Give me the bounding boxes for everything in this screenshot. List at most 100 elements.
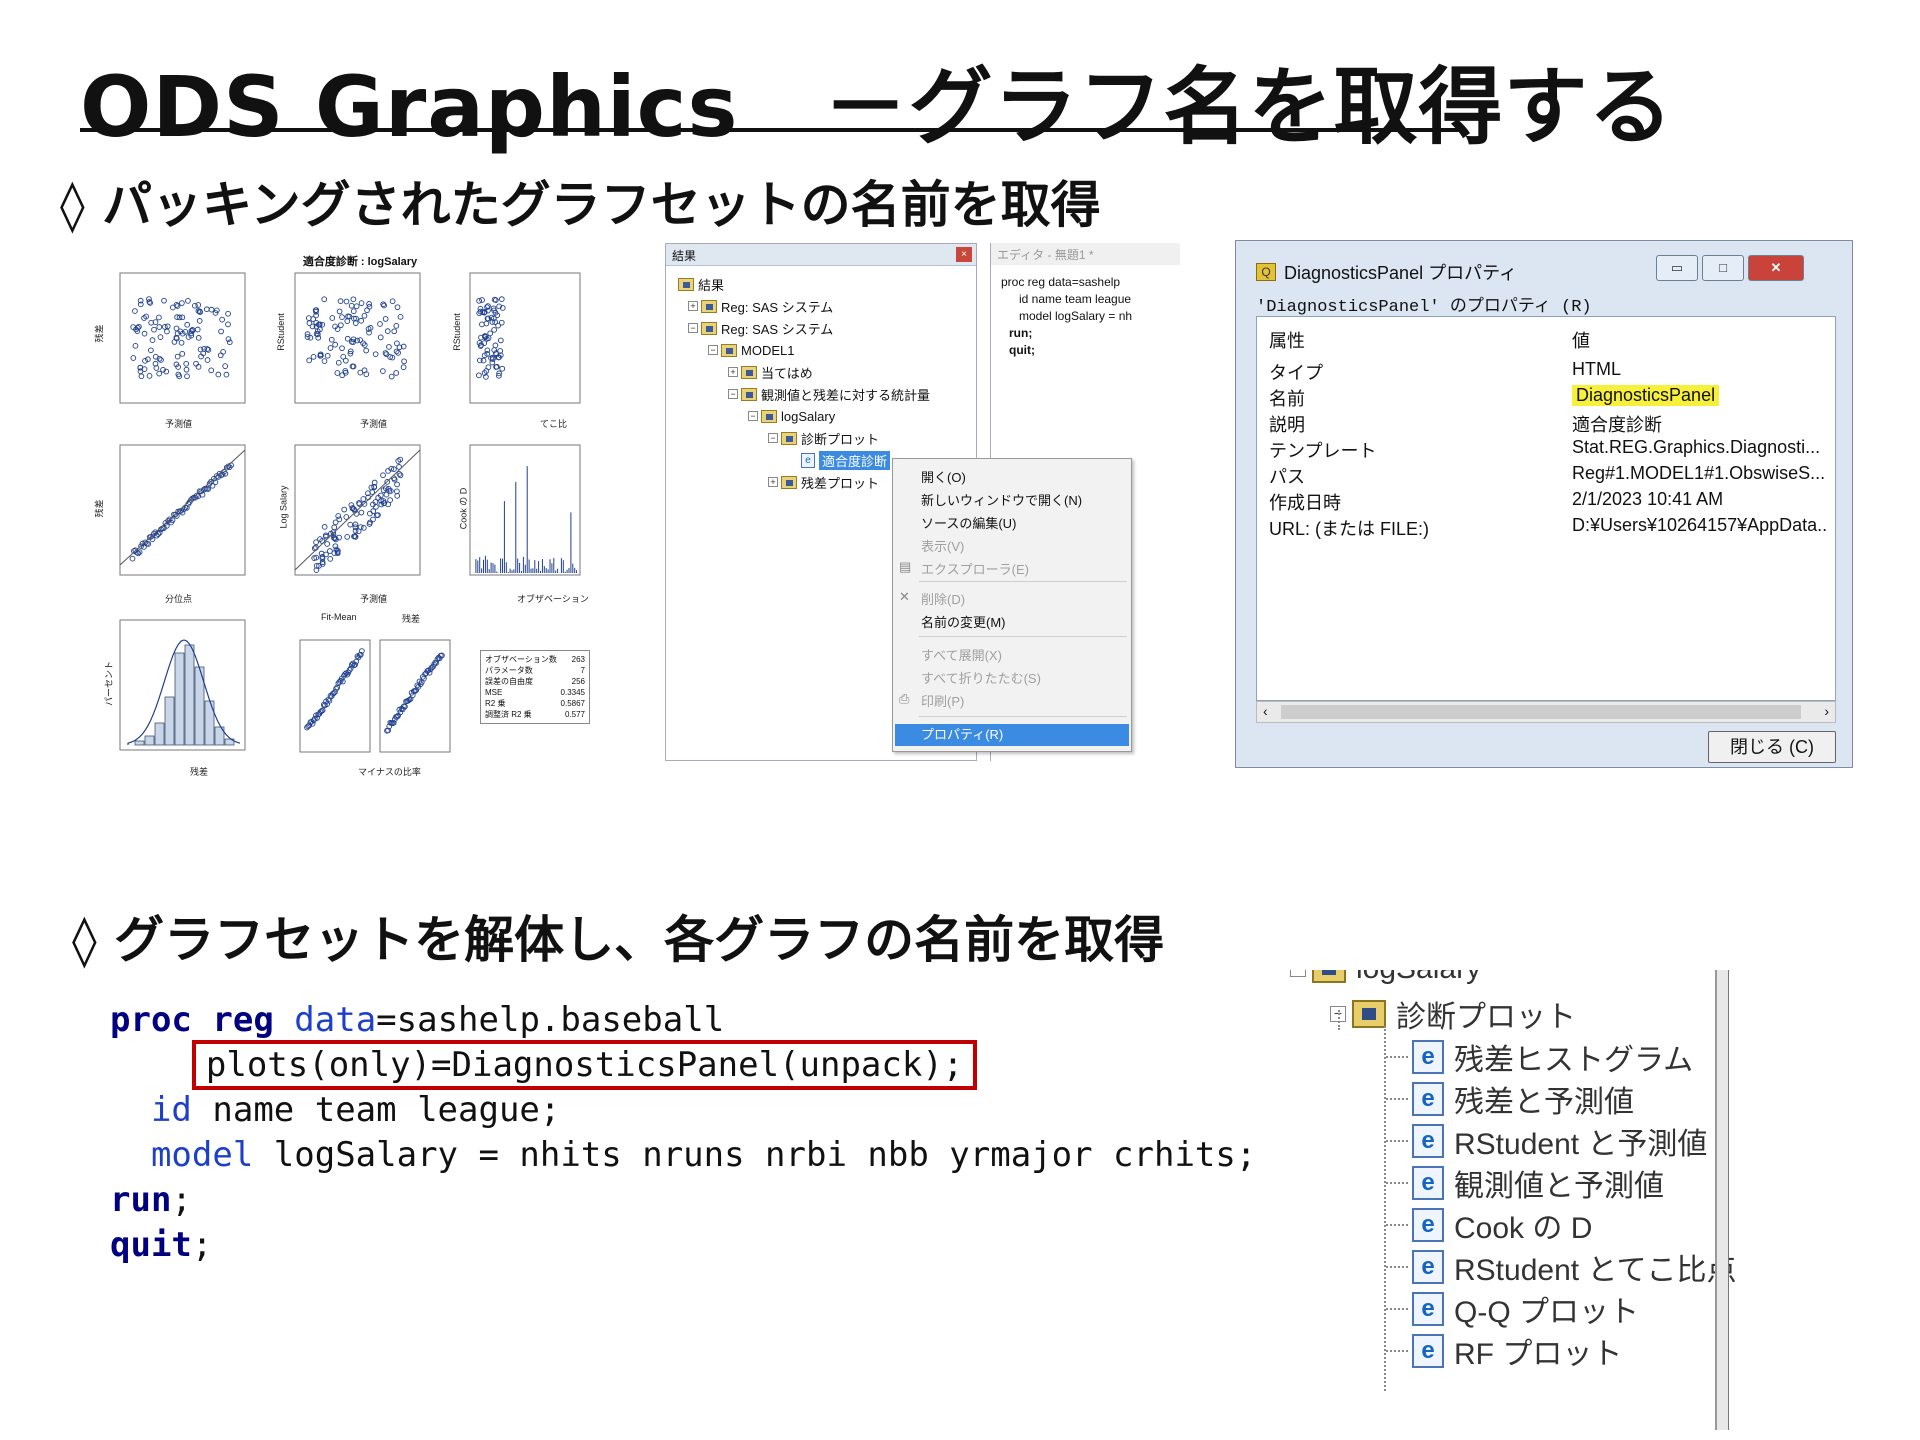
collapse-icon[interactable]: − — [748, 411, 758, 421]
tree-root[interactable]: 結果 — [678, 274, 724, 294]
editor-title: エディタ - 無題1 * — [991, 243, 1180, 265]
tree2-graph-item[interactable]: e RStudent と予測値 — [1386, 1119, 1707, 1163]
tree2-diag-plots-label: 診断プロット — [1396, 1001, 1576, 1034]
maximize-button[interactable]: □ — [1702, 255, 1744, 281]
folder-icon — [741, 387, 757, 401]
tree2-logsalary-label: logSalary — [1356, 970, 1481, 986]
tree2-graph-item[interactable]: e 残差ヒストグラム — [1386, 1035, 1693, 1079]
close-icon[interactable]: ✕ — [1748, 255, 1804, 281]
editor-line-4[interactable]: run; — [1009, 326, 1032, 340]
graph-doc-icon: e — [1412, 1166, 1444, 1200]
tree2-graph-item[interactable]: e 残差と予測値 — [1386, 1077, 1634, 1121]
folder-icon — [701, 321, 717, 335]
tree-obs-stats[interactable]: − 観測値と残差に対する統計量 — [728, 384, 930, 404]
ylabel-residual-2: 残差 — [94, 499, 105, 518]
stats-value: 0.5867 — [560, 699, 585, 708]
tree-connector — [1386, 1056, 1408, 1058]
property-value: 適合度診断 — [1572, 415, 1662, 435]
histogram-bar — [154, 722, 165, 746]
tree2-graph-item[interactable]: e RStudent とてこ比点 — [1386, 1245, 1737, 1289]
stats-row: R2 乗 0.5867 — [485, 698, 585, 709]
expand-icon[interactable]: + — [728, 367, 738, 377]
caption-predicted-3: 予測値 — [360, 594, 388, 604]
property-value: D:¥Users¥10264157¥AppData.. — [1572, 515, 1828, 535]
tree-connector — [1338, 1010, 1340, 1030]
tree2-diag-plots[interactable]: − 診断プロット — [1330, 992, 1576, 1036]
tree-diag-plots[interactable]: − 診断プロット — [768, 428, 879, 448]
vertical-scrollbar[interactable] — [1715, 970, 1729, 1430]
collapse-icon[interactable]: − — [728, 389, 738, 399]
tree-logsalary[interactable]: − logSalary — [748, 406, 835, 426]
code-line-1: proc reg data=sashelp.baseball — [110, 998, 1256, 1043]
caption-predicted-2: 予測値 — [360, 419, 388, 429]
tree2-logsalary[interactable]: − logSalary — [1290, 970, 1481, 986]
collapse-icon[interactable]: − — [768, 433, 778, 443]
scroll-thumb[interactable] — [1281, 705, 1801, 719]
menu-rename[interactable]: 名前の変更(M) — [921, 612, 1006, 631]
tree2-graph-item[interactable]: e 観測値と予測値 — [1386, 1161, 1664, 1205]
menu-print[interactable]: 印刷(P) — [921, 691, 964, 710]
menu-view[interactable]: 表示(V) — [921, 536, 964, 555]
menu-explorer[interactable]: エクスプローラ(E) — [921, 559, 1029, 578]
plot-frame — [469, 444, 581, 576]
collapse-icon[interactable]: − — [688, 323, 698, 333]
graph-doc-icon: e — [1412, 1124, 1444, 1158]
tree-fit[interactable]: + 当てはめ — [728, 362, 813, 382]
tree2-graph-item[interactable]: e RF プロット — [1386, 1329, 1622, 1373]
properties-table: 属性 値 タイプ HTML 名前 DiagnosticsPanel 説明 適合度診断 テンプ… — [1256, 316, 1836, 701]
editor-line-5[interactable]: quit; — [1009, 343, 1035, 357]
code-text: name team league; — [191, 1090, 561, 1130]
histogram-bar — [174, 652, 185, 746]
caption-fit-mean: Fit-Mean — [321, 612, 357, 622]
editor-line-3[interactable]: model logSalary = nh — [1019, 309, 1132, 323]
slide-title: ODS Graphics －グラフ名を取得する — [80, 58, 1674, 156]
sas-code-block: proc reg data=sashelp.baseball plots(onl… — [110, 998, 1256, 1268]
tree-reg-2[interactable]: − Reg: SAS システム — [688, 318, 833, 338]
code-text: ; — [171, 1180, 192, 1220]
code-keyword: proc — [110, 1000, 192, 1040]
scroll-right-icon[interactable]: › — [1824, 703, 1829, 719]
menu-open-new-window[interactable]: 新しいウィンドウで開く(N) — [921, 490, 1082, 509]
tree-fit-diagnostics-selected[interactable]: e 適合度診断 — [801, 450, 891, 470]
graph-doc-icon: e — [1412, 1250, 1444, 1284]
histogram-bar — [144, 735, 155, 746]
menu-edit-source[interactable]: ソースの編集(U) — [921, 513, 1016, 532]
title-underline — [80, 128, 1460, 132]
menu-delete[interactable]: 削除(D) — [921, 589, 965, 608]
tree2-graph-label: 残差ヒストグラム — [1454, 1044, 1694, 1077]
delete-icon: ✕ — [899, 589, 910, 604]
stats-value: 7 — [580, 666, 585, 675]
results-close-button[interactable]: × — [956, 247, 972, 262]
collapse-icon[interactable]: − — [1290, 970, 1306, 977]
horizontal-scrollbar[interactable]: ‹ › — [1256, 701, 1836, 723]
tree2-graph-item[interactable]: e Cook の D — [1386, 1203, 1592, 1247]
folder-icon — [1312, 970, 1346, 983]
minimize-button[interactable]: ▭ — [1656, 255, 1698, 281]
editor-line-1[interactable]: proc reg data=sashelp — [1001, 275, 1120, 289]
tree-reg-1[interactable]: + Reg: SAS システム — [688, 296, 833, 316]
property-key: URL: (または FILE:) — [1269, 519, 1430, 539]
expand-icon[interactable]: + — [688, 301, 698, 311]
code-line-6: quit; — [110, 1223, 1256, 1268]
tree2-graph-label: RF プロット — [1454, 1338, 1623, 1371]
properties-caption: 'DiagnosticsPanel' のプロパティ (R) — [1256, 298, 1592, 317]
scroll-left-icon[interactable]: ‹ — [1263, 703, 1268, 719]
tree2-graph-item[interactable]: e Q-Q プロット — [1386, 1287, 1639, 1331]
code-line-4: model logSalary = nhits nruns nrbi nbb y… — [110, 1133, 1256, 1178]
tree-model1[interactable]: − MODEL1 — [708, 340, 794, 360]
highlighted-plots-option: plots(only)=DiagnosticsPanel(unpack); — [191, 1040, 978, 1090]
menu-open[interactable]: 開く(O) — [921, 467, 966, 486]
close-button[interactable]: 閉じる (C) — [1708, 731, 1836, 763]
properties-dialog: Q DiagnosticsPanel プロパティ ▭ □ ✕ 'Diagnost… — [1235, 240, 1853, 768]
tree-resid-plots[interactable]: + 残差プロット — [768, 472, 879, 492]
menu-collapse-all[interactable]: すべて折りたたむ(S) — [921, 668, 1041, 687]
collapse-icon[interactable]: − — [708, 345, 718, 355]
expand-icon[interactable]: + — [768, 477, 778, 487]
tree-obs-stats-label: 観測値と残差に対する統計量 — [761, 387, 931, 403]
menu-expand-all[interactable]: すべて展開(X) — [921, 645, 1002, 664]
tree-connector — [1386, 1140, 1408, 1142]
editor-line-2[interactable]: id name team league — [1019, 292, 1131, 306]
tree-connector — [1386, 1224, 1408, 1226]
stats-label: 誤差の自由度 — [485, 677, 533, 686]
menu-properties[interactable]: プロパティ(R) — [895, 724, 1129, 746]
